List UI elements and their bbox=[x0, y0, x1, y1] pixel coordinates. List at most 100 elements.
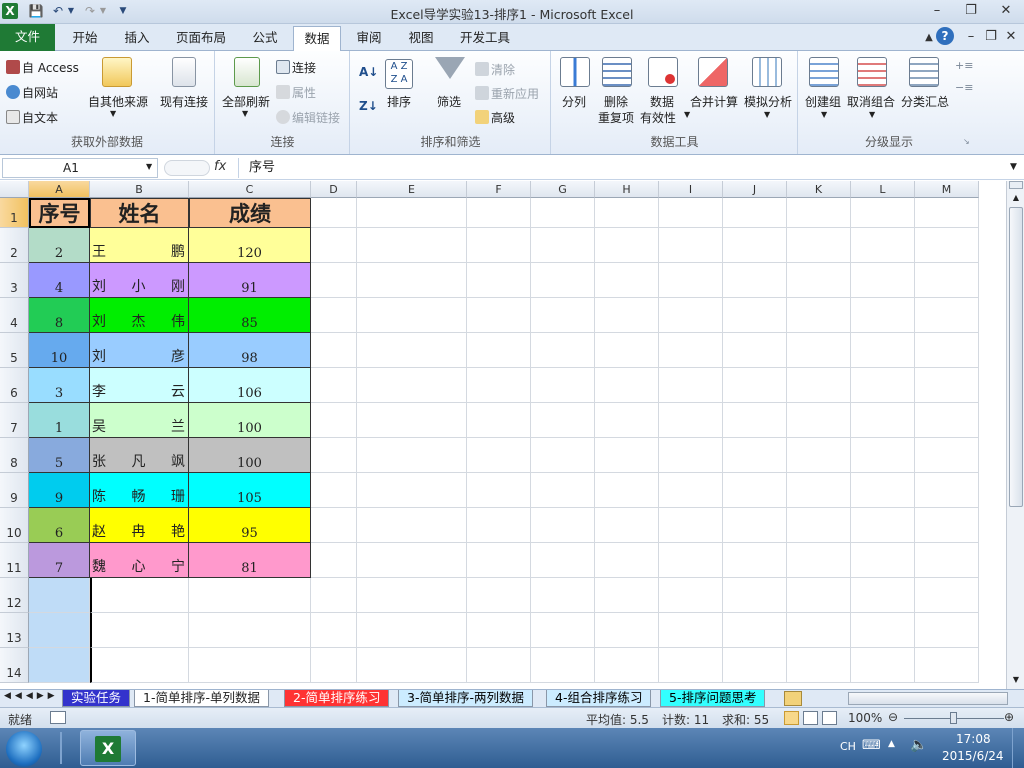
column-header-k[interactable]: K bbox=[787, 181, 851, 198]
cell-empty[interactable] bbox=[915, 333, 979, 368]
cell-empty[interactable] bbox=[915, 473, 979, 508]
cell-empty[interactable] bbox=[357, 333, 467, 368]
cell-empty[interactable] bbox=[787, 648, 851, 683]
cell-empty[interactable] bbox=[787, 438, 851, 473]
cell-c-empty[interactable] bbox=[189, 578, 311, 613]
subtotal-button[interactable]: 分类汇总 bbox=[901, 93, 949, 110]
cell-score[interactable]: 100 bbox=[189, 403, 311, 438]
clock-date[interactable]: 2015/6/24 bbox=[942, 749, 1004, 763]
cell-empty[interactable] bbox=[531, 648, 595, 683]
cell-empty[interactable] bbox=[595, 263, 659, 298]
cell-empty[interactable] bbox=[311, 228, 357, 263]
workbook-close-icon[interactable]: ✕ bbox=[1000, 28, 1022, 46]
column-header-e[interactable]: E bbox=[357, 181, 467, 198]
tray-expand-icon[interactable]: ▲ bbox=[888, 739, 895, 749]
cell-empty[interactable] bbox=[787, 613, 851, 648]
workbook-restore-icon[interactable]: ❐ bbox=[980, 28, 1002, 46]
cell-empty[interactable] bbox=[915, 198, 979, 228]
column-header-j[interactable]: J bbox=[723, 181, 787, 198]
row-header-14[interactable]: 14 bbox=[0, 648, 29, 683]
cell-empty[interactable] bbox=[851, 473, 915, 508]
cell-empty[interactable] bbox=[787, 263, 851, 298]
scroll-thumb[interactable] bbox=[1009, 207, 1023, 507]
cell-score[interactable]: 105 bbox=[189, 473, 311, 508]
cell-score[interactable]: 95 bbox=[189, 508, 311, 543]
cell-name[interactable]: 赵冉艳 bbox=[90, 508, 189, 543]
cell-empty[interactable] bbox=[723, 298, 787, 333]
split-box[interactable] bbox=[1009, 181, 1023, 189]
cell-empty[interactable] bbox=[595, 648, 659, 683]
cell-empty[interactable] bbox=[311, 543, 357, 578]
sort-ascending-icon[interactable]: A↓ bbox=[359, 65, 378, 79]
cell-empty[interactable] bbox=[851, 543, 915, 578]
cell-empty[interactable] bbox=[595, 473, 659, 508]
cell-empty[interactable] bbox=[659, 578, 723, 613]
page-break-view-icon[interactable] bbox=[822, 711, 837, 725]
cell-empty[interactable] bbox=[311, 473, 357, 508]
sort-button[interactable]: 排序 bbox=[387, 93, 411, 110]
reapply-button[interactable]: 重新应用 bbox=[475, 85, 539, 102]
cell-empty[interactable] bbox=[595, 368, 659, 403]
cell-empty[interactable] bbox=[787, 298, 851, 333]
data-validation-label-1[interactable]: 数据 bbox=[650, 93, 674, 110]
cell-id[interactable]: 6 bbox=[29, 508, 90, 543]
sheet-tab-1[interactable]: 1-简单排序-单列数据 bbox=[134, 690, 269, 707]
cell-id[interactable]: 8 bbox=[29, 298, 90, 333]
zoom-level[interactable]: 100% bbox=[848, 711, 882, 725]
cell-empty[interactable] bbox=[531, 438, 595, 473]
formula-resize-handle[interactable] bbox=[164, 160, 210, 176]
cell-empty[interactable] bbox=[311, 333, 357, 368]
zoom-out-icon[interactable]: ⊖ bbox=[888, 710, 898, 724]
cell-c-empty[interactable] bbox=[189, 648, 311, 683]
cell-name[interactable]: 魏心宁 bbox=[90, 543, 189, 578]
cell-name[interactable]: 王鹏 bbox=[90, 228, 189, 263]
cell-empty[interactable] bbox=[851, 648, 915, 683]
horizontal-scrollbar[interactable] bbox=[848, 692, 1008, 705]
cell-empty[interactable] bbox=[311, 613, 357, 648]
from-text-button[interactable]: 自文本 bbox=[6, 109, 58, 126]
cell-empty[interactable] bbox=[531, 198, 595, 228]
cell-empty[interactable] bbox=[851, 578, 915, 613]
cell-empty[interactable] bbox=[467, 508, 531, 543]
cell-empty[interactable] bbox=[851, 508, 915, 543]
cell-empty[interactable] bbox=[915, 298, 979, 333]
cell-empty[interactable] bbox=[723, 543, 787, 578]
tab-insert[interactable]: 插入 bbox=[114, 26, 160, 51]
insert-function-icon[interactable]: fx bbox=[214, 159, 226, 174]
row-header-11[interactable]: 11 bbox=[0, 543, 29, 578]
row-header-4[interactable]: 4 bbox=[0, 298, 29, 333]
cell-empty[interactable] bbox=[595, 333, 659, 368]
ungroup-button[interactable]: 取消组合 bbox=[847, 93, 895, 110]
cell-empty[interactable] bbox=[659, 198, 723, 228]
help-icon[interactable]: ? bbox=[936, 27, 954, 45]
cell-empty[interactable] bbox=[311, 298, 357, 333]
column-header-f[interactable]: F bbox=[467, 181, 531, 198]
tab-review[interactable]: 审阅 bbox=[346, 26, 392, 51]
cell-empty[interactable] bbox=[595, 228, 659, 263]
cell-empty[interactable] bbox=[467, 298, 531, 333]
row-header-7[interactable]: 7 bbox=[0, 403, 29, 438]
advanced-filter-button[interactable]: 高级 bbox=[475, 109, 515, 126]
row-header-5[interactable]: 5 bbox=[0, 333, 29, 368]
cell-empty[interactable] bbox=[851, 198, 915, 228]
cell-empty[interactable] bbox=[595, 613, 659, 648]
workbook-minimize-icon[interactable]: – bbox=[960, 28, 982, 46]
cell-empty[interactable] bbox=[723, 508, 787, 543]
cell-b-empty[interactable] bbox=[90, 613, 189, 648]
cell-a-empty[interactable] bbox=[29, 613, 90, 648]
consolidate-button[interactable]: 合并计算 bbox=[690, 93, 738, 110]
cell-empty[interactable] bbox=[915, 613, 979, 648]
cell-empty[interactable] bbox=[311, 403, 357, 438]
cell-empty[interactable] bbox=[311, 368, 357, 403]
name-box[interactable]: A1 bbox=[2, 158, 158, 178]
show-detail-icon[interactable]: +≡ bbox=[955, 59, 973, 72]
cell-empty[interactable] bbox=[787, 198, 851, 228]
cell-empty[interactable] bbox=[311, 508, 357, 543]
row-header-9[interactable]: 9 bbox=[0, 473, 29, 508]
validation-dropdown-icon[interactable]: ▼ bbox=[684, 110, 690, 119]
cell-score[interactable]: 85 bbox=[189, 298, 311, 333]
sheet-tab-tasks[interactable]: 实验任务 bbox=[62, 690, 131, 707]
cell-empty[interactable] bbox=[467, 368, 531, 403]
normal-view-icon[interactable] bbox=[784, 711, 799, 725]
outline-dialog-launcher-icon[interactable]: ↘ bbox=[963, 137, 970, 146]
